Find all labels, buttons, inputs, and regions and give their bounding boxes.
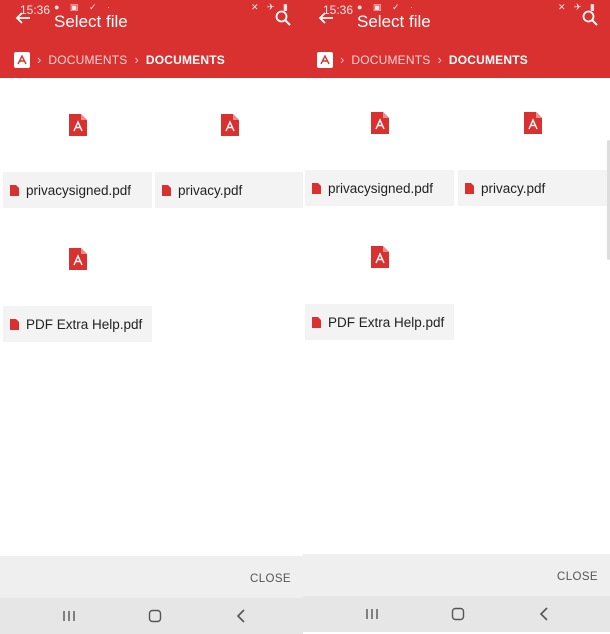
file-name-bar: PDF Extra Help.pdf xyxy=(305,304,454,340)
back-chevron-icon[interactable] xyxy=(534,604,554,624)
chevron-right-icon: › xyxy=(340,52,345,67)
arrow-left-icon xyxy=(15,12,30,24)
pdf-file-icon xyxy=(221,114,239,136)
file-name: privacysigned.pdf xyxy=(26,182,132,198)
breadcrumb-current: DOCUMENTS xyxy=(145,53,225,67)
chevron-right-icon: › xyxy=(437,52,442,67)
pdf-app-icon[interactable] xyxy=(14,52,30,68)
chevron-right-icon: › xyxy=(37,52,42,67)
right-screen: 15:36 ● ▣ ✓ · ✕ ✈ ▮ Select file › DOCUME… xyxy=(303,0,610,634)
chevron-right-icon: › xyxy=(134,52,139,67)
bottom-sheet: CLOSE xyxy=(0,556,303,598)
file-tile[interactable]: PDF Extra Help.pdf xyxy=(305,214,454,340)
pdf-file-icon xyxy=(162,184,171,196)
file-tile[interactable]: privacy.pdf xyxy=(458,80,607,206)
pdf-app-icon[interactable] xyxy=(317,52,333,68)
breadcrumb-current: DOCUMENTS xyxy=(448,53,528,67)
page-title: Select file xyxy=(357,12,431,31)
search-icon xyxy=(275,10,291,26)
file-tile[interactable]: privacysigned.pdf xyxy=(3,82,152,208)
arrow-left-icon xyxy=(318,12,333,24)
search-icon xyxy=(582,10,598,26)
back-button[interactable] xyxy=(12,9,34,31)
pdf-file-icon xyxy=(465,182,474,194)
breadcrumb: › DOCUMENTS › DOCUMENTS xyxy=(14,51,225,69)
file-name-bar: privacysigned.pdf xyxy=(3,172,152,208)
close-button[interactable]: CLOSE xyxy=(250,573,291,585)
pdf-file-icon xyxy=(69,248,87,270)
search-button[interactable] xyxy=(582,10,604,32)
back-button[interactable] xyxy=(315,9,337,31)
pdf-file-icon xyxy=(524,112,542,134)
left-screen: 15:36 ● ▣ ✓ · ✕ ✈ ▮ Select file › DOCUME… xyxy=(0,0,303,634)
app-bar: 15:36 ● ▣ ✓ · ✕ ✈ ▮ Select file › DOCUME… xyxy=(0,0,303,78)
page-title: Select file xyxy=(54,12,128,31)
file-name-bar: privacy.pdf xyxy=(155,172,303,208)
system-nav-bar xyxy=(0,598,303,634)
system-nav-bar xyxy=(303,596,610,632)
pdf-file-icon xyxy=(312,182,321,194)
back-chevron-icon[interactable] xyxy=(231,606,251,626)
pdf-file-icon xyxy=(371,112,389,134)
close-button[interactable]: CLOSE xyxy=(557,571,598,583)
breadcrumb-item[interactable]: DOCUMENTS xyxy=(351,53,430,67)
file-name: PDF Extra Help.pdf xyxy=(26,316,143,332)
file-name: PDF Extra Help.pdf xyxy=(328,314,445,330)
breadcrumb-item[interactable]: DOCUMENTS xyxy=(48,53,127,67)
pdf-file-icon xyxy=(312,316,321,328)
pdf-file-icon xyxy=(69,114,87,136)
file-tile[interactable]: privacysigned.pdf xyxy=(305,80,454,206)
pdf-file-icon xyxy=(10,318,19,330)
file-tile[interactable]: privacy.pdf xyxy=(155,82,303,208)
recents-icon[interactable] xyxy=(59,606,79,626)
home-icon[interactable] xyxy=(145,606,165,626)
file-name: privacysigned.pdf xyxy=(328,180,434,196)
breadcrumb: › DOCUMENTS › DOCUMENTS xyxy=(317,51,528,69)
bottom-sheet: CLOSE xyxy=(303,554,610,596)
search-button[interactable] xyxy=(275,10,297,32)
pdf-file-icon xyxy=(10,184,19,196)
pdf-file-icon xyxy=(371,246,389,268)
file-name-bar: privacy.pdf xyxy=(458,170,607,206)
file-name: privacy.pdf xyxy=(481,180,546,196)
home-icon[interactable] xyxy=(448,604,468,624)
recents-icon[interactable] xyxy=(362,604,382,624)
file-tile[interactable]: PDF Extra Help.pdf xyxy=(3,216,152,342)
app-bar: 15:36 ● ▣ ✓ · ✕ ✈ ▮ Select file › DOCUME… xyxy=(303,0,610,78)
file-name-bar: PDF Extra Help.pdf xyxy=(3,306,152,342)
file-name-bar: privacysigned.pdf xyxy=(305,170,454,206)
file-name: privacy.pdf xyxy=(178,182,243,198)
